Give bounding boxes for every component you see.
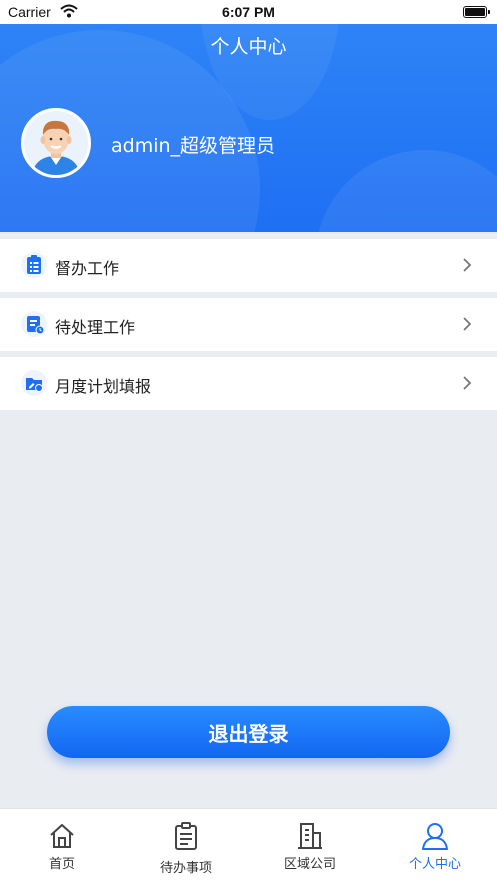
tab-home[interactable]: 首页 [0,809,124,883]
header-decoration [315,150,497,232]
avatar-illustration [24,111,88,175]
status-bar: Carrier 6:07 PM [0,0,497,24]
chevron-right-icon [463,317,472,331]
folder-edit-icon [21,370,47,396]
document-clock-icon [21,311,47,337]
clipboard-icon [175,822,197,850]
tab-label: 待办事项 [159,861,212,876]
clipboard-list-icon [21,252,47,278]
menu-item-supervision-work[interactable]: 督办工作 [0,239,497,292]
battery-icon [463,6,490,18]
chevron-right-icon [463,376,472,390]
menu-item-label: 月度计划填报 [55,377,152,396]
menu-item-pending-work[interactable]: 待处理工作 [0,298,497,351]
chevron-right-icon [463,258,472,272]
tab-label: 区域公司 [283,857,336,872]
tab-bar: 首页 待办事项 区域公司 个人中心 [0,808,497,883]
user-icon [422,823,448,850]
menu-item-label: 督办工作 [55,259,120,278]
page-title: 个人中心 [210,36,287,58]
building-icon [298,823,322,849]
menu-item-label: 待处理工作 [55,318,136,337]
profile-header: 个人中心 admin_超级管理员 [0,0,497,232]
tab-regional-company[interactable]: 区域公司 [248,809,372,883]
home-icon [50,824,74,848]
menu-item-monthly-plan[interactable]: 月度计划填报 [0,357,497,410]
clock-time: 6:07 PM [222,4,275,20]
user-name: admin_超级管理员 [111,135,276,157]
tab-label: 个人中心 [408,857,461,872]
avatar[interactable] [21,108,91,178]
tab-label: 首页 [48,857,75,872]
tab-profile[interactable]: 个人中心 [373,809,497,883]
tab-todo[interactable]: 待办事项 [124,809,248,883]
logout-button[interactable]: 退出登录 [47,706,450,758]
